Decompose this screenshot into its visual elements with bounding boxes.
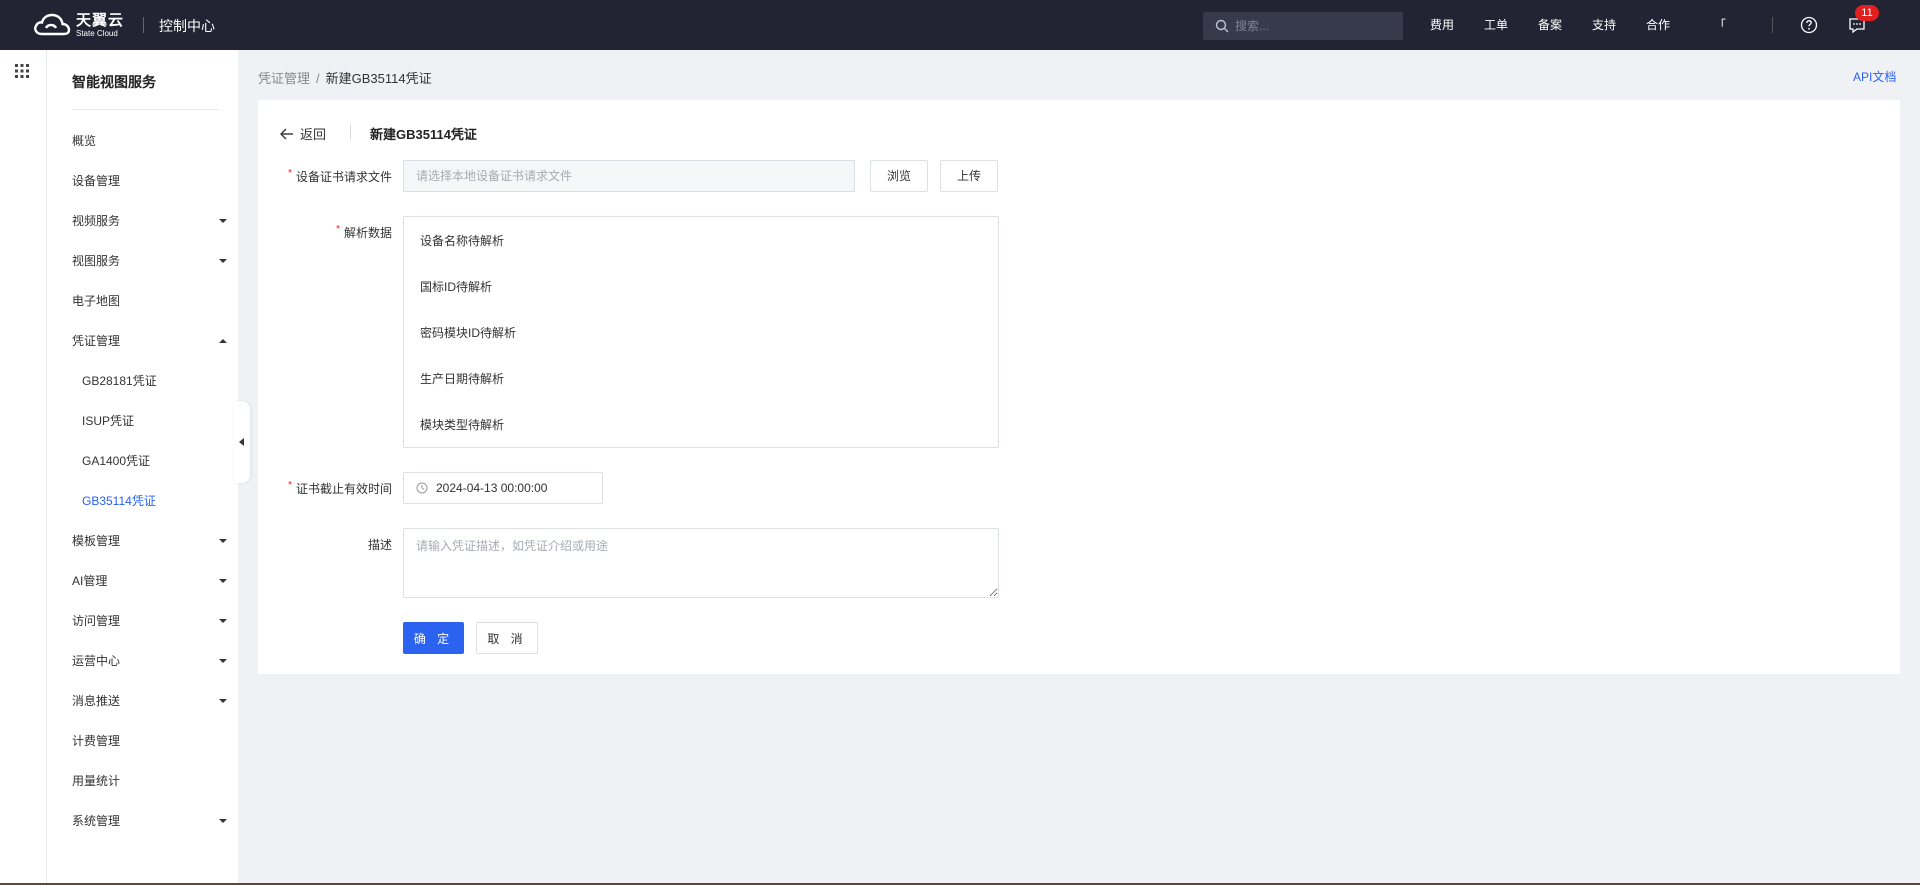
sidebar-item-label: 访问管理 xyxy=(72,614,121,628)
required-mark: * xyxy=(288,480,292,491)
console-title[interactable]: 控制中心 xyxy=(159,16,215,36)
chevron-down-icon xyxy=(219,539,227,543)
parse-module-type: 模块类型待解析 xyxy=(420,418,505,432)
sidebar-item-ai[interactable]: AI管理 xyxy=(72,569,227,593)
expiry-date-input[interactable] xyxy=(436,481,596,495)
help-icon[interactable] xyxy=(1800,16,1818,34)
description-textarea[interactable] xyxy=(403,528,999,598)
header-separator xyxy=(1772,17,1773,33)
sidebar-item-overview[interactable]: 概览 xyxy=(72,129,227,153)
sidebar-title: 智能视图服务 xyxy=(72,74,156,90)
nav-filing[interactable]: 备案 xyxy=(1538,16,1562,33)
sidebar: 智能视图服务 概览 设备管理 视频服务 视图服务 电子地图 凭证管理 GB281… xyxy=(47,50,238,885)
chevron-down-icon xyxy=(219,619,227,623)
sidebar-item-gb28181[interactable]: GB28181凭证 xyxy=(82,369,237,393)
sidebar-item-label: 消息推送 xyxy=(72,694,121,708)
parse-production-date: 生产日期待解析 xyxy=(420,372,505,386)
chevron-down-icon xyxy=(219,259,227,263)
breadcrumb-current: 新建GB35114凭证 xyxy=(325,71,432,86)
sidebar-item-ga1400[interactable]: GA1400凭证 xyxy=(82,449,237,473)
sidebar-item-access[interactable]: 访问管理 xyxy=(72,609,227,633)
parse-data-label-text: 解析数据 xyxy=(343,226,392,240)
breadcrumb-separator: / xyxy=(316,71,320,86)
confirm-button[interactable]: 确 定 xyxy=(403,622,464,654)
sidebar-item-devices[interactable]: 设备管理 xyxy=(72,169,227,193)
description-label: 描述 xyxy=(367,538,392,552)
sidebar-item-gb35114[interactable]: GB35114凭证 xyxy=(82,489,237,513)
sidebar-item-map[interactable]: 电子地图 xyxy=(72,289,227,313)
parse-data-label: * 解析数据 xyxy=(282,224,392,241)
breadcrumb: 凭证管理 / 新建GB35114凭证 xyxy=(258,68,432,87)
sidebar-item-label: 视频服务 xyxy=(72,214,121,228)
search-box[interactable] xyxy=(1203,12,1403,40)
back-button[interactable]: 返回 xyxy=(280,124,326,143)
sidebar-item-isup[interactable]: ISUP凭证 xyxy=(82,409,237,433)
header-separator xyxy=(350,124,351,140)
grid-menu-icon[interactable] xyxy=(15,64,29,78)
cert-file-label: * 设备证书请求文件 xyxy=(282,168,392,185)
sidebar-item-label: 视图服务 xyxy=(72,254,121,268)
sidebar-item-label: 凭证管理 xyxy=(72,334,121,348)
chevron-down-icon xyxy=(219,579,227,583)
sidebar-collapse-button[interactable] xyxy=(234,401,250,483)
browse-button[interactable]: 浏览 xyxy=(870,160,928,192)
sidebar-item-billing[interactable]: 计费管理 xyxy=(72,729,227,753)
chevron-up-icon xyxy=(219,339,227,343)
search-icon xyxy=(1215,19,1229,33)
nav-partner[interactable]: 合作 xyxy=(1646,16,1670,33)
sidebar-item-system[interactable]: 系统管理 xyxy=(72,809,227,833)
cloud-logo-icon xyxy=(34,13,71,36)
logo[interactable]: 天翼云 State Cloud xyxy=(32,12,124,38)
expiry-date-picker[interactable] xyxy=(403,472,603,504)
logo-cn-text: 天翼云 xyxy=(76,11,125,29)
upload-button[interactable]: 上传 xyxy=(940,160,998,192)
sidebar-item-view-service[interactable]: 视图服务 xyxy=(72,249,227,273)
sidebar-item-label: 系统管理 xyxy=(72,814,121,828)
cert-file-label-text: 设备证书请求文件 xyxy=(295,170,392,184)
parse-gb-id: 国标ID待解析 xyxy=(420,280,493,294)
sidebar-item-push[interactable]: 消息推送 xyxy=(72,689,227,713)
chevron-down-icon xyxy=(219,699,227,703)
expiry-label: * 证书截止有效时间 xyxy=(272,480,392,497)
expiry-label-text: 证书截止有效时间 xyxy=(295,482,392,496)
page-title: 新建GB35114凭证 xyxy=(370,127,477,142)
sidebar-item-label: AI管理 xyxy=(72,574,108,588)
required-mark: * xyxy=(288,168,292,179)
chevron-down-icon xyxy=(219,659,227,663)
sidebar-item-operations[interactable]: 运营中心 xyxy=(72,649,227,673)
sidebar-item-credentials[interactable]: 凭证管理 xyxy=(72,329,227,353)
required-mark: * xyxy=(336,224,340,235)
sidebar-divider xyxy=(72,109,219,110)
sidebar-item-label: 模板管理 xyxy=(72,534,121,548)
api-doc-link[interactable]: API文档 xyxy=(1853,68,1896,85)
form-card: 返回 新建GB35114凭证 *设备证书请求文件 浏览 上传 *解析数据 设备名… xyxy=(258,100,1900,674)
logo-en-text: State Cloud xyxy=(76,28,118,38)
breadcrumb-parent[interactable]: 凭证管理 xyxy=(258,71,310,86)
parse-crypto-module-id: 密码模块ID待解析 xyxy=(420,326,517,340)
clock-icon xyxy=(416,482,428,494)
product-switcher-bar xyxy=(0,50,47,885)
nav-billing[interactable]: 费用 xyxy=(1430,16,1454,33)
cancel-button[interactable]: 取 消 xyxy=(476,622,538,654)
notification-badge: 11 xyxy=(1855,5,1879,21)
sidebar-item-templates[interactable]: 模板管理 xyxy=(72,529,227,553)
cert-file-input[interactable] xyxy=(403,160,855,192)
chevron-down-icon xyxy=(219,819,227,823)
nav-support[interactable]: 支持 xyxy=(1592,16,1616,33)
nav-tickets[interactable]: 工单 xyxy=(1484,16,1508,33)
sidebar-item-label: 运营中心 xyxy=(72,654,121,668)
search-input[interactable] xyxy=(1235,19,1395,33)
user-menu[interactable]: 「 xyxy=(1714,16,1726,33)
sidebar-item-video-service[interactable]: 视频服务 xyxy=(72,209,227,233)
parse-data-box: 设备名称待解析 国标ID待解析 密码模块ID待解析 生产日期待解析 模块类型待解… xyxy=(403,216,999,448)
chevron-down-icon xyxy=(219,219,227,223)
header-divider xyxy=(143,17,144,33)
sidebar-item-usage[interactable]: 用量统计 xyxy=(72,769,227,793)
back-label: 返回 xyxy=(300,127,327,142)
parse-device-name: 设备名称待解析 xyxy=(420,234,505,248)
arrow-left-icon xyxy=(280,128,293,139)
top-bar: 天翼云 State Cloud 控制中心 费用 工单 备案 支持 合作 「 11 xyxy=(0,0,1920,50)
